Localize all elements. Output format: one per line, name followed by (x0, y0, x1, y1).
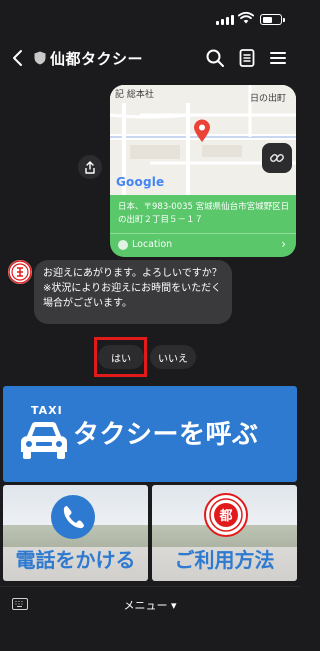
bottom-bar: メニュー ▾ (0, 586, 300, 651)
location-label: Location (132, 239, 173, 250)
call-taxi-label: タクシーを呼ぶ (73, 420, 259, 450)
call-taxi-button[interactable]: TAXI タクシーを呼ぶ (3, 386, 297, 482)
quick-reply-no[interactable]: いいえ (150, 345, 196, 369)
menu-toggle[interactable]: メニュー ▾ (0, 597, 300, 613)
location-link[interactable]: Location › (110, 233, 296, 257)
how-to-use-label: ご利用方法 (174, 548, 275, 572)
call-phone-label: 電話をかける (15, 548, 136, 572)
chevron-right-icon: › (281, 237, 286, 251)
chat-message: お迎えにあがります。よろしいですか？ ※状況によりお迎えにお時間をいただく場合が… (34, 260, 232, 324)
map-preview[interactable]: 記 総本社 日の出町 Google (110, 85, 296, 195)
chat-header: 仙都タクシー (0, 40, 300, 76)
map-label: 記 総本社 (115, 90, 154, 100)
how-to-use-button[interactable]: 都 ご利用方法 (152, 485, 297, 581)
wifi-icon (238, 12, 254, 24)
share-button[interactable] (78, 155, 102, 179)
signal-icon (216, 15, 234, 25)
rich-menu: TAXI タクシーを呼ぶ 電話をかける 都 ご利用方法 (0, 384, 300, 586)
page-title: 仙都タクシー (50, 50, 144, 68)
location-icon (118, 240, 128, 250)
notes-icon[interactable] (237, 48, 257, 68)
battery-icon (260, 14, 285, 25)
phone-icon (51, 495, 95, 539)
logo-glyph: 都 (218, 508, 232, 524)
search-icon[interactable] (205, 48, 225, 68)
address-text: 日本、〒983-0035 宮城県仙台市宮城野区日の出町２丁目５－１７ (118, 202, 290, 225)
company-logo: 都 (204, 493, 248, 537)
status-bar (0, 0, 300, 40)
google-logo: Google (116, 175, 165, 189)
back-arrow-icon[interactable] (8, 48, 28, 68)
quick-reply-yes[interactable]: はい (98, 345, 144, 369)
avatar[interactable] (8, 260, 32, 284)
share-icon (85, 160, 95, 174)
map-pin-icon (194, 119, 210, 142)
verified-shield-icon (34, 51, 46, 65)
taxi-car-icon (21, 422, 67, 459)
call-phone-button[interactable]: 電話をかける (3, 485, 148, 581)
link-button[interactable] (262, 143, 292, 173)
hamburger-menu-icon[interactable] (268, 48, 288, 68)
link-icon (270, 154, 284, 162)
map-label: 日の出町 (250, 94, 287, 104)
taxi-sign: TAXI (31, 404, 63, 417)
